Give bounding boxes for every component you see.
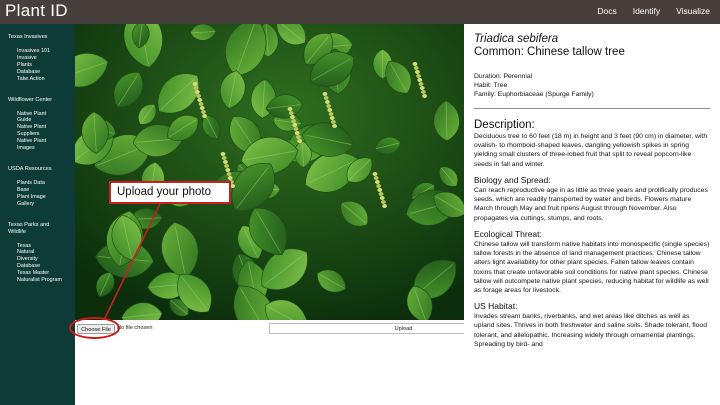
- file-status-text: No file chosen: [117, 325, 153, 331]
- scientific-name: Triadica sebifera: [474, 33, 559, 45]
- description-heading: Description:: [474, 118, 535, 131]
- sidebar-section-texas-parks-wildlife: Texas Parks and Wildlife Texas Natural D…: [0, 222, 75, 284]
- catkin-bead: [226, 172, 232, 176]
- catkin-bead: [412, 62, 418, 66]
- upload-callout: Upload your photo: [109, 181, 231, 204]
- habitat-heading: US Habitat:: [474, 301, 518, 312]
- catkin-bead: [195, 90, 200, 94]
- sidebar: Texas Invasives Invasives 101 Invasive P…: [0, 24, 75, 405]
- nav-docs[interactable]: Docs: [597, 6, 616, 16]
- tallow-foliage-image: [75, 24, 464, 320]
- sidebar-heading: Texas Invasives: [8, 34, 48, 40]
- catkin-bead: [329, 116, 335, 120]
- sidebar-link-plant-image-gallery[interactable]: Plant Image Gallery: [17, 194, 51, 208]
- catkin-bead: [199, 106, 205, 110]
- catkin-bead: [293, 127, 299, 131]
- top-bar: Plant ID Docs Identify Visualize: [0, 0, 720, 24]
- catkin-bead: [373, 176, 379, 180]
- sidebar-link-native-plant-guide[interactable]: Native Plant Guide: [17, 111, 51, 125]
- sidebar-section-usda-resources: USDA Resources Plants Data Base Plant Im…: [0, 166, 75, 208]
- sidebar-link-invasives-101[interactable]: Invasives 101: [17, 48, 75, 55]
- upload-form: Choose File No file chosen Upload: [75, 320, 538, 405]
- catkin-bead: [294, 131, 300, 135]
- catkin-bead: [292, 123, 298, 127]
- catkin-bead: [331, 120, 336, 124]
- catkin-bead: [221, 156, 227, 160]
- common-name: Common: Chinese tallow tree: [474, 46, 625, 59]
- threat-text: Chinese tallow will transform native hab…: [474, 240, 710, 294]
- catkin-bead: [201, 110, 206, 114]
- sidebar-link-invasive-plants-database[interactable]: Invasive Plants Database: [17, 55, 47, 76]
- sidebar-link-take-action[interactable]: Take Action: [17, 76, 75, 83]
- top-nav: Docs Identify Visualize: [597, 6, 710, 16]
- threat-heading: Ecological Threat:: [474, 228, 542, 239]
- catkin-bead: [288, 111, 294, 115]
- catkin-bead: [413, 66, 419, 70]
- habit-text: Habit: Tree: [474, 81, 508, 89]
- catkin-bead: [328, 112, 334, 116]
- sidebar-heading: Wildflower Center: [8, 96, 53, 103]
- catkin-bead: [379, 196, 385, 200]
- sidebar-heading: USDA Resources: [8, 165, 52, 172]
- catkin-bead: [381, 200, 386, 204]
- catkin-bead: [291, 119, 296, 123]
- catkin-bead: [376, 184, 381, 188]
- catkin-bead: [323, 96, 329, 100]
- catkin-bead: [227, 176, 233, 180]
- sidebar-link-master-naturalist[interactable]: Texas Master Naturalist Program: [17, 270, 63, 284]
- habitat-text: Invades stream banks, riverbanks, and we…: [474, 313, 707, 348]
- sidebar-link-natural-diversity-database[interactable]: Texas Natural Diversity Database: [17, 243, 47, 271]
- sidebar-link-native-plant-suppliers[interactable]: Native Plant Suppliers: [17, 124, 51, 138]
- sidebar-heading: Texas Parks and Wildlife: [8, 221, 50, 235]
- catkin-bead: [418, 82, 424, 86]
- plant-info-panel: Triadica sebifera Common: Chinese tallow…: [464, 24, 720, 405]
- catkin-bead: [327, 108, 333, 112]
- catkin-bead: [415, 70, 420, 74]
- brand-title[interactable]: Plant ID: [5, 1, 68, 21]
- divider: [474, 107, 710, 109]
- catkin-bead: [193, 86, 199, 90]
- sidebar-section-wildflower-center: Wildflower Center Native Plant Guide Nat…: [0, 97, 75, 152]
- catkin-bead: [297, 139, 302, 143]
- catkin-bead: [332, 124, 337, 128]
- catkin-bead: [416, 74, 421, 78]
- catkin-bead: [377, 188, 383, 192]
- catkin-bead: [290, 115, 295, 119]
- catkin-bead: [375, 180, 380, 184]
- catkin-bead: [419, 86, 425, 90]
- catkin-bead: [196, 94, 201, 98]
- catkin-bead: [296, 135, 301, 139]
- plant-photo: [75, 24, 464, 320]
- catkin-bead: [225, 168, 231, 172]
- catkin-bead: [378, 192, 384, 196]
- catkin-bead: [197, 98, 203, 102]
- duration-text: Duration: Perennial: [474, 73, 533, 81]
- highlight-ellipse: [69, 317, 120, 339]
- catkin-bead: [224, 164, 230, 168]
- sidebar-link-plants-database[interactable]: Plants Data Base: [17, 180, 47, 194]
- catkin-bead: [223, 160, 228, 164]
- catkin-bead: [202, 114, 207, 118]
- catkin-bead: [326, 104, 331, 108]
- catkin-bead: [192, 82, 198, 86]
- biology-heading: Biology and Spread:: [474, 174, 551, 185]
- catkin-bead: [198, 102, 204, 106]
- description-text: Deciduous tree to 60 feet (18 m) in heig…: [474, 132, 708, 168]
- catkin-bead: [325, 100, 330, 104]
- biology-text: Can reach reproductive age in as little …: [474, 186, 708, 222]
- catkin-bead: [382, 204, 387, 208]
- catkin-bead: [287, 107, 293, 111]
- sidebar-section-texas-invasives: Texas Invasives Invasives 101 Invasive P…: [0, 34, 75, 83]
- nav-visualize[interactable]: Visualize: [676, 6, 710, 16]
- catkin-bead: [422, 94, 427, 98]
- catkin-bead: [372, 172, 378, 176]
- catkin-bead: [322, 92, 328, 96]
- nav-identify[interactable]: Identify: [633, 6, 660, 16]
- family-text: Family: Euphorbiaceae (Spurge Family): [474, 90, 594, 98]
- plant-attributes: Duration: Perennial Habit: Tree Family: …: [474, 73, 710, 100]
- catkin-bead: [220, 152, 226, 156]
- catkin-bead: [417, 78, 423, 82]
- catkin-bead: [421, 90, 426, 94]
- sidebar-link-native-plant-images[interactable]: Native Plant Images: [17, 138, 51, 152]
